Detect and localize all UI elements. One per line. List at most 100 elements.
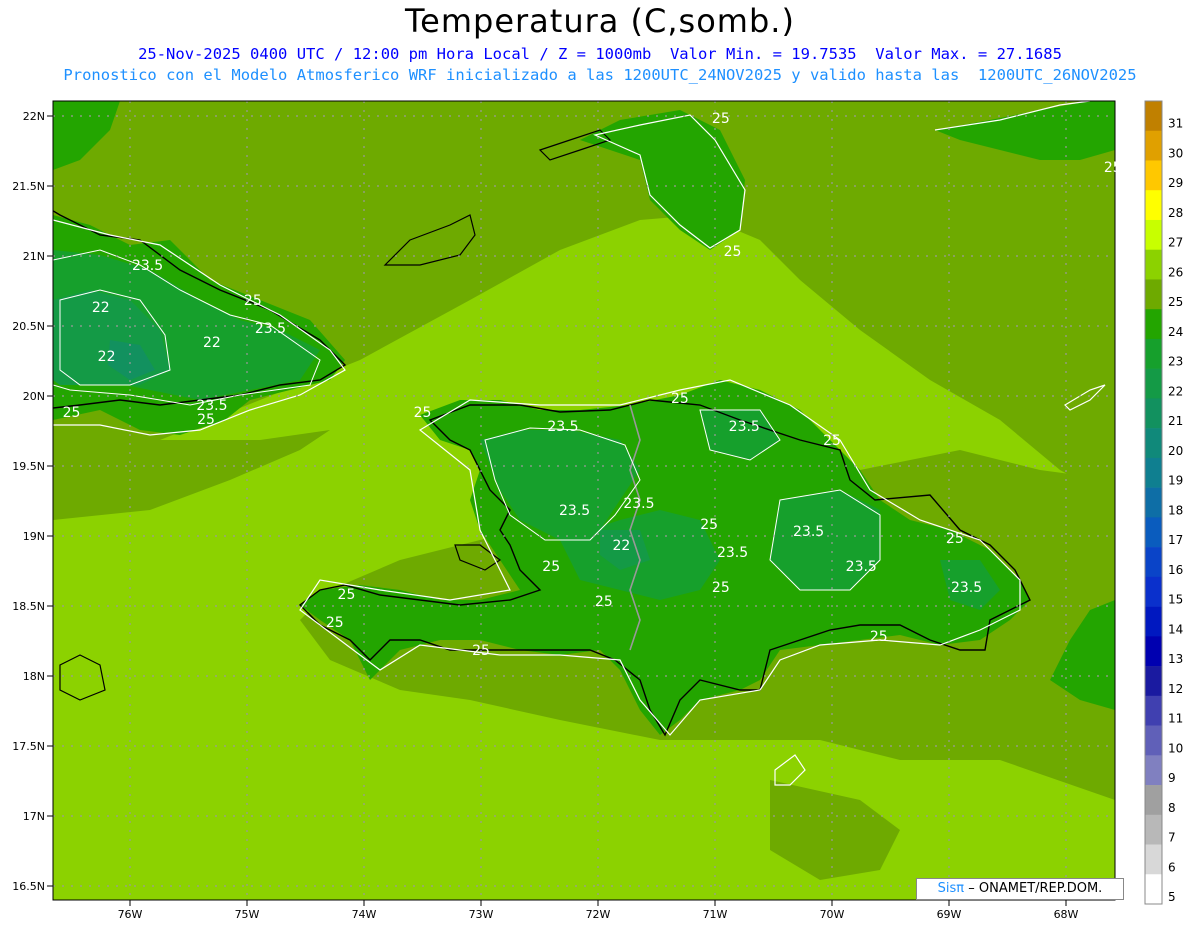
lon-tick-label: 73W	[469, 908, 494, 921]
contour-label: 22	[203, 335, 221, 351]
contour-label: 25	[823, 433, 841, 449]
colorbar-swatch	[1145, 636, 1162, 667]
colorbar-swatch	[1145, 785, 1162, 816]
contour-label: 25	[197, 412, 215, 428]
contour-label: 25	[724, 244, 742, 260]
colorbar-label: 11	[1168, 712, 1183, 726]
map-plot-area	[53, 101, 1115, 900]
colorbar-swatch	[1145, 844, 1162, 875]
lon-tick-label: 69W	[937, 908, 962, 921]
colorbar-swatch	[1145, 695, 1162, 726]
colorbar-swatch	[1145, 814, 1162, 845]
lat-tick-label: 21.5N	[12, 180, 45, 193]
colorbar-swatch	[1145, 338, 1162, 369]
colorbar-swatch	[1145, 666, 1162, 697]
colorbar-swatch	[1145, 279, 1162, 310]
contour-label: 25	[946, 531, 964, 547]
colorbar-label: 23	[1168, 355, 1183, 369]
colorbar-swatch	[1145, 576, 1162, 607]
contour-label: 25	[472, 643, 490, 659]
colorbar-label: 16	[1168, 563, 1183, 577]
colorbar-label: 9	[1168, 771, 1176, 785]
lon-tick-label: 75W	[235, 908, 260, 921]
temperature-colorbar: 31 30 29 28 27 26 25 24 23 22 21 20 19 18 17 16 15 14 13 12…	[1144, 100, 1183, 905]
temperature-map: 76W 75W 74W 73W 72W 71W 70W 69W 68W 22N21.5N21N2…	[12, 100, 1183, 921]
lat-tick-label: 19N	[23, 530, 45, 543]
colorbar-swatch	[1145, 219, 1162, 251]
contour-label: 25	[1104, 160, 1122, 176]
colorbar-swatch	[1145, 428, 1162, 459]
colorbar-label: 17	[1168, 533, 1183, 547]
longitude-axis: 76W 75W 74W 73W 72W 71W 70W 69W 68W	[118, 900, 1079, 921]
lat-tick-label: 19.5N	[12, 460, 45, 473]
contour-label: 25	[542, 559, 560, 575]
colorbar-swatch	[1145, 130, 1162, 161]
colorbar-swatch	[1145, 160, 1162, 191]
contour-label: 25	[712, 111, 730, 127]
colorbar-swatch	[1145, 547, 1162, 578]
colorbar-swatch	[1145, 457, 1162, 488]
colorbar-label: 13	[1168, 652, 1183, 666]
colorbar-label: 10	[1168, 741, 1183, 755]
colorbar-swatch	[1145, 368, 1162, 399]
colorbar-swatch	[1145, 606, 1162, 637]
lat-tick-label: 22N	[23, 110, 45, 123]
contour-label: 23.5	[951, 580, 982, 596]
contour-label: 23.5	[132, 258, 163, 274]
contour-label: 22	[612, 538, 630, 554]
colorbar-label: 6	[1168, 860, 1176, 874]
colorbar-swatch	[1145, 249, 1162, 280]
onamet-credit: – ONAMET/REP.DOM.	[968, 881, 1103, 896]
colorbar-label: 28	[1168, 206, 1183, 220]
lon-tick-label: 74W	[352, 908, 377, 921]
colorbar-label: 27	[1168, 236, 1183, 250]
contour-label: 25	[712, 580, 730, 596]
colorbar-label: 26	[1168, 265, 1183, 279]
colorbar-label: 30	[1168, 146, 1183, 160]
contour-label: 23.5	[717, 545, 748, 561]
sistpi-brand: Sisπ	[937, 881, 965, 896]
colorbar-label: 24	[1168, 325, 1183, 339]
credit-box: Sisπ – ONAMET/REP.DOM.	[916, 878, 1124, 900]
lon-tick-label: 71W	[703, 908, 728, 921]
colorbar-label: 14	[1168, 622, 1183, 636]
contour-label: 25	[870, 629, 888, 645]
colorbar-label: 8	[1168, 801, 1176, 815]
contour-label: 25	[326, 615, 344, 631]
colorbar-swatch	[1145, 101, 1162, 132]
contour-label: 23.5	[729, 419, 760, 435]
lat-tick-label: 16.5N	[12, 880, 45, 893]
contour-label: 25	[244, 293, 262, 309]
contour-label: 23.5	[547, 419, 578, 435]
colorbar-swatch	[1145, 398, 1162, 429]
lon-tick-label: 68W	[1054, 908, 1079, 921]
colorbar-swatch	[1145, 517, 1162, 548]
contour-label: 25	[338, 587, 356, 603]
lat-tick-label: 20.5N	[12, 320, 45, 333]
contour-label: 25	[414, 405, 432, 421]
lon-tick-label: 72W	[586, 908, 611, 921]
colorbar-label: 29	[1168, 176, 1183, 190]
colorbar-swatch	[1145, 755, 1162, 786]
colorbar-swatch	[1145, 487, 1162, 518]
lat-tick-label: 17.5N	[12, 740, 45, 753]
contour-label: 23.5	[559, 503, 590, 519]
colorbar-label: 20	[1168, 444, 1183, 458]
contour-label: 23.5	[623, 496, 654, 512]
colorbar-label: 15	[1168, 593, 1183, 607]
lon-tick-label: 76W	[118, 908, 143, 921]
lon-tick-label: 70W	[820, 908, 845, 921]
colorbar-label: 19	[1168, 474, 1183, 488]
lat-tick-label: 17N	[23, 810, 45, 823]
lat-tick-label: 20N	[23, 390, 45, 403]
lat-tick-label: 18.5N	[12, 600, 45, 613]
colorbar-swatch	[1145, 309, 1162, 340]
colorbar-label: 25	[1168, 295, 1183, 309]
colorbar-label: 5	[1168, 890, 1176, 904]
colorbar-label: 12	[1168, 682, 1183, 696]
contour-label: 22	[92, 300, 110, 316]
contour-label: 25	[63, 405, 81, 421]
contour-label: 23.5	[846, 559, 877, 575]
colorbar-label: 7	[1168, 831, 1176, 845]
colorbar-label: 22	[1168, 384, 1183, 398]
